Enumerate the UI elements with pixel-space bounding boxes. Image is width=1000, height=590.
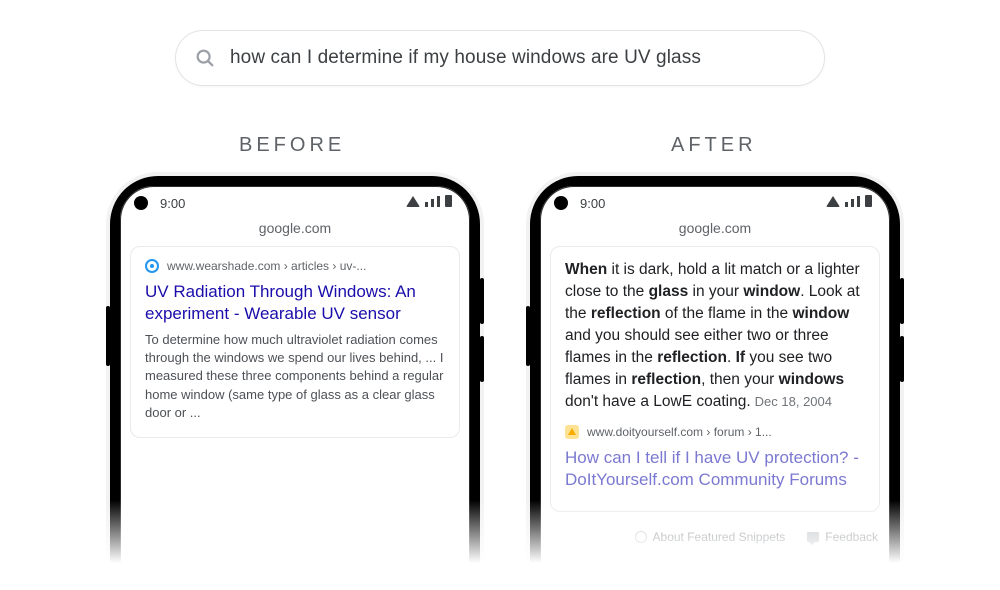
result-snippet: To determine how much ultraviolet radiat…: [145, 331, 445, 423]
result-title-link[interactable]: UV Radiation Through Windows: An experim…: [145, 281, 445, 325]
wifi-icon: [406, 196, 420, 207]
site-favicon-icon: [565, 425, 579, 439]
camera-hole-icon: [134, 196, 148, 210]
signal-icon: [425, 202, 428, 207]
search-icon: [194, 47, 216, 69]
signal-icon: [845, 202, 848, 207]
clock: 9:00: [160, 196, 185, 211]
featured-snippet-card[interactable]: When it is dark, hold a lit match or a l…: [550, 246, 880, 512]
search-query-text: how can I determine if my house windows …: [230, 47, 806, 69]
snippet-date: Dec 18, 2004: [755, 394, 832, 409]
snippet-footer: About Featured Snippets Feedback: [552, 522, 878, 544]
about-featured-snippets-link[interactable]: About Featured Snippets: [635, 530, 786, 544]
status-icons: [826, 195, 872, 207]
feedback-icon: [807, 532, 819, 542]
status-bar: 9:00: [120, 186, 470, 220]
featured-snippet-text: When it is dark, hold a lit match or a l…: [565, 259, 865, 413]
site-favicon-icon: [145, 259, 159, 273]
wifi-icon: [826, 196, 840, 207]
result-breadcrumb: www.doityourself.com › forum › 1...: [587, 426, 772, 438]
camera-hole-icon: [554, 196, 568, 210]
search-result-card[interactable]: www.wearshade.com › articles › uv-... UV…: [130, 246, 460, 438]
before-label: BEFORE: [239, 134, 345, 157]
battery-icon: [865, 195, 872, 207]
help-icon: [635, 531, 647, 543]
feedback-link[interactable]: Feedback: [807, 530, 878, 544]
phone-after: 9:00 google.com When it is dark, hold a …: [530, 176, 900, 590]
address-bar[interactable]: google.com: [540, 220, 890, 246]
address-bar[interactable]: google.com: [120, 220, 470, 246]
result-title-link[interactable]: How can I tell if I have UV protection? …: [565, 447, 865, 491]
phone-before: 9:00 google.com www.wearshade.com › arti…: [110, 176, 480, 590]
result-breadcrumb: www.wearshade.com › articles › uv-...: [167, 260, 366, 272]
after-label: AFTER: [671, 134, 757, 157]
battery-icon: [445, 195, 452, 207]
status-bar: 9:00: [540, 186, 890, 220]
search-bar[interactable]: how can I determine if my house windows …: [175, 30, 825, 86]
clock: 9:00: [580, 196, 605, 211]
status-icons: [406, 195, 452, 207]
